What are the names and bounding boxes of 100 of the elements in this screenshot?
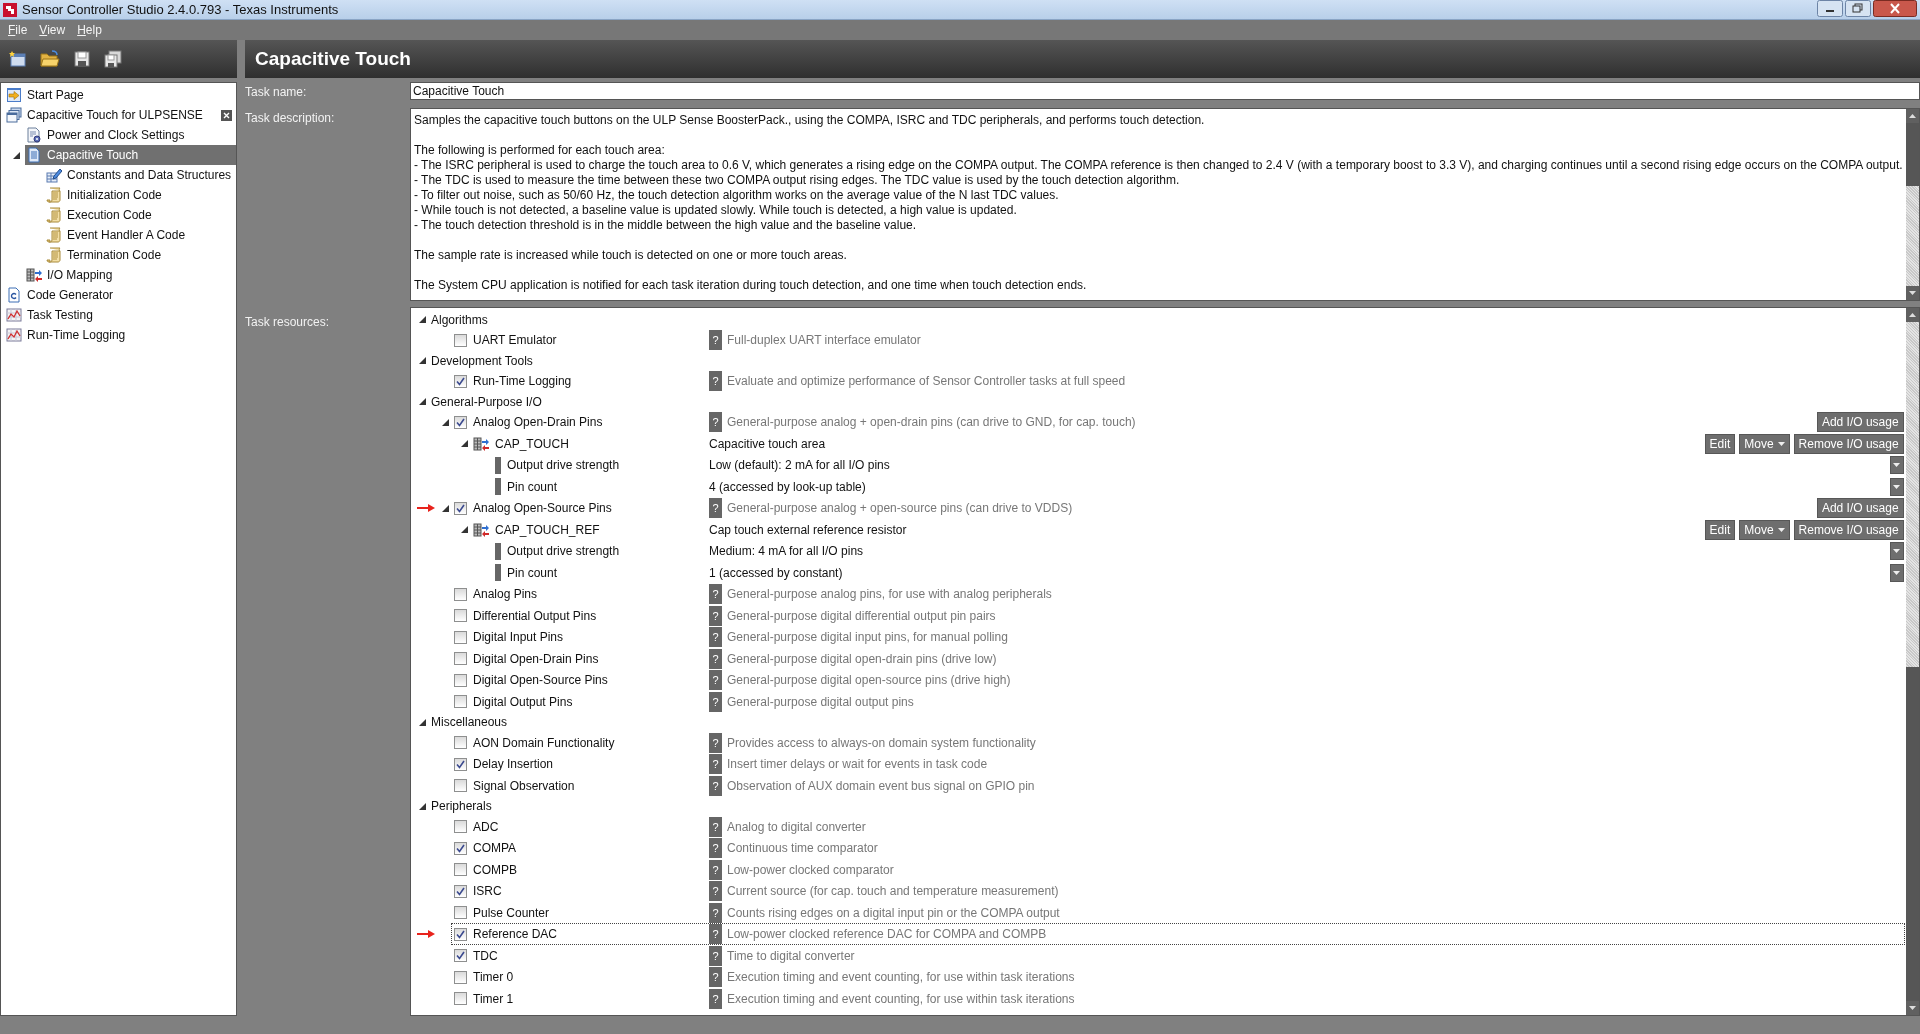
- scrollbar[interactable]: [1905, 308, 1919, 1015]
- description-field[interactable]: [410, 108, 1920, 301]
- tree-item[interactable]: I/O Mapping: [25, 265, 236, 285]
- checkbox[interactable]: [454, 949, 467, 963]
- menu-item[interactable]: Help: [71, 23, 108, 37]
- help-button[interactable]: ?: [709, 881, 722, 902]
- io-action-button[interactable]: Remove I/O usage: [1793, 519, 1904, 540]
- tree-item[interactable]: Event Handler A Code: [45, 225, 236, 245]
- help-button[interactable]: ?: [709, 605, 722, 626]
- tree-item[interactable]: Execution Code: [45, 205, 236, 225]
- expander-icon[interactable]: [13, 151, 20, 159]
- help-button[interactable]: ?: [709, 584, 722, 605]
- checkbox[interactable]: [454, 927, 467, 941]
- dropdown-button[interactable]: [1889, 542, 1904, 561]
- help-button[interactable]: ?: [709, 627, 722, 648]
- help-button[interactable]: ?: [709, 691, 722, 712]
- io-action-button[interactable]: Remove I/O usage: [1793, 433, 1904, 454]
- checkbox[interactable]: [454, 757, 467, 771]
- checkbox[interactable]: [454, 884, 467, 898]
- checkbox[interactable]: [454, 779, 467, 793]
- io-action-button[interactable]: Move: [1739, 433, 1790, 454]
- help-button[interactable]: ?: [709, 967, 722, 988]
- help-button[interactable]: ?: [709, 902, 722, 923]
- add-button[interactable]: Add I/O usage: [1816, 498, 1904, 519]
- checkbox[interactable]: [454, 736, 467, 750]
- io-action-button[interactable]: Edit: [1704, 433, 1736, 454]
- tree-item[interactable]: Constants and Data Structures: [45, 165, 236, 185]
- tree-item[interactable]: Capacitive Touch for ULPSENSE: [5, 105, 221, 125]
- expander-icon[interactable]: [419, 718, 426, 726]
- help-button[interactable]: ?: [709, 775, 722, 796]
- scroll-up-icon[interactable]: [1908, 313, 1916, 317]
- help-button[interactable]: ?: [709, 670, 722, 691]
- io-action-button[interactable]: Edit: [1704, 519, 1736, 540]
- help-button[interactable]: ?: [709, 412, 722, 433]
- scroll-down-icon[interactable]: [1908, 1006, 1916, 1010]
- help-button[interactable]: ?: [709, 732, 722, 753]
- folder-icon[interactable]: [40, 50, 60, 68]
- checkbox[interactable]: [454, 841, 467, 855]
- help-button[interactable]: ?: [709, 924, 722, 945]
- help-button[interactable]: ?: [709, 754, 722, 775]
- expander-icon[interactable]: [442, 418, 449, 426]
- close-icon[interactable]: [1872, 0, 1917, 17]
- checkbox[interactable]: [454, 695, 467, 709]
- checkbox[interactable]: [454, 970, 467, 984]
- dropdown-button[interactable]: [1889, 456, 1904, 475]
- tree-item[interactable]: Initialization Code: [45, 185, 236, 205]
- help-button[interactable]: ?: [709, 945, 722, 966]
- checkbox[interactable]: [454, 415, 467, 429]
- save-all-icon[interactable]: [104, 50, 122, 68]
- minimize-icon[interactable]: [1816, 0, 1843, 17]
- scrollbar[interactable]: [1905, 109, 1919, 300]
- tree-item[interactable]: Run-Time Logging: [5, 325, 236, 345]
- checkbox[interactable]: [454, 374, 467, 388]
- add-button[interactable]: Add I/O usage: [1816, 412, 1904, 433]
- expander-icon[interactable]: [419, 802, 426, 810]
- help-button[interactable]: ?: [709, 988, 722, 1009]
- expander-icon[interactable]: [419, 357, 426, 365]
- tree-item[interactable]: Code Generator: [5, 285, 236, 305]
- menu-item[interactable]: View: [33, 23, 72, 37]
- dropdown-button[interactable]: [1889, 563, 1904, 582]
- checkbox[interactable]: [454, 906, 467, 920]
- resource-description: Execution timing and event counting, for use within task iterations: [727, 991, 1075, 1006]
- checkbox[interactable]: [454, 587, 467, 601]
- expander-icon[interactable]: [461, 526, 468, 534]
- restore-icon[interactable]: [1844, 0, 1871, 17]
- help-button[interactable]: ?: [709, 648, 722, 669]
- checkbox[interactable]: [454, 863, 467, 877]
- scroll-up-icon[interactable]: [1908, 114, 1916, 118]
- io-action-button[interactable]: Move: [1739, 519, 1790, 540]
- checkbox[interactable]: [454, 333, 467, 347]
- checkbox[interactable]: [454, 630, 467, 644]
- tree-item[interactable]: Power and Clock Settings: [25, 125, 236, 145]
- help-button[interactable]: ?: [709, 498, 722, 519]
- checkbox[interactable]: [454, 609, 467, 623]
- save-icon[interactable]: [74, 51, 90, 67]
- checkbox[interactable]: [454, 673, 467, 687]
- dropdown-button[interactable]: [1889, 477, 1904, 496]
- tree-item[interactable]: Start Page: [5, 85, 236, 105]
- expander-icon[interactable]: [419, 316, 426, 324]
- help-button[interactable]: ?: [709, 859, 722, 880]
- expander-icon[interactable]: [461, 440, 468, 448]
- help-button[interactable]: ?: [709, 371, 722, 392]
- new-project-icon[interactable]: [8, 50, 26, 68]
- tree-item[interactable]: Termination Code: [45, 245, 236, 265]
- task-name-field[interactable]: Capacitive Touch: [410, 82, 1920, 100]
- help-button[interactable]: ?: [709, 330, 722, 351]
- checkbox[interactable]: [454, 501, 467, 515]
- tree-item[interactable]: Capacitive Touch: [25, 145, 236, 165]
- checkbox[interactable]: [454, 652, 467, 666]
- help-button[interactable]: ?: [709, 816, 722, 837]
- tree-item[interactable]: Task Testing: [5, 305, 236, 325]
- expander-icon[interactable]: [419, 398, 426, 406]
- menu-item[interactable]: File: [2, 23, 34, 37]
- scroll-down-icon[interactable]: [1908, 291, 1916, 295]
- checkbox[interactable]: [454, 820, 467, 834]
- expander-icon[interactable]: [442, 504, 449, 512]
- close-icon[interactable]: [221, 109, 232, 121]
- help-button[interactable]: ?: [709, 838, 722, 859]
- selected-row[interactable]: Reference DAC ? Low-power clocked reference DAC for COMPA and COMPB: [452, 924, 1904, 945]
- checkbox[interactable]: [454, 992, 467, 1006]
